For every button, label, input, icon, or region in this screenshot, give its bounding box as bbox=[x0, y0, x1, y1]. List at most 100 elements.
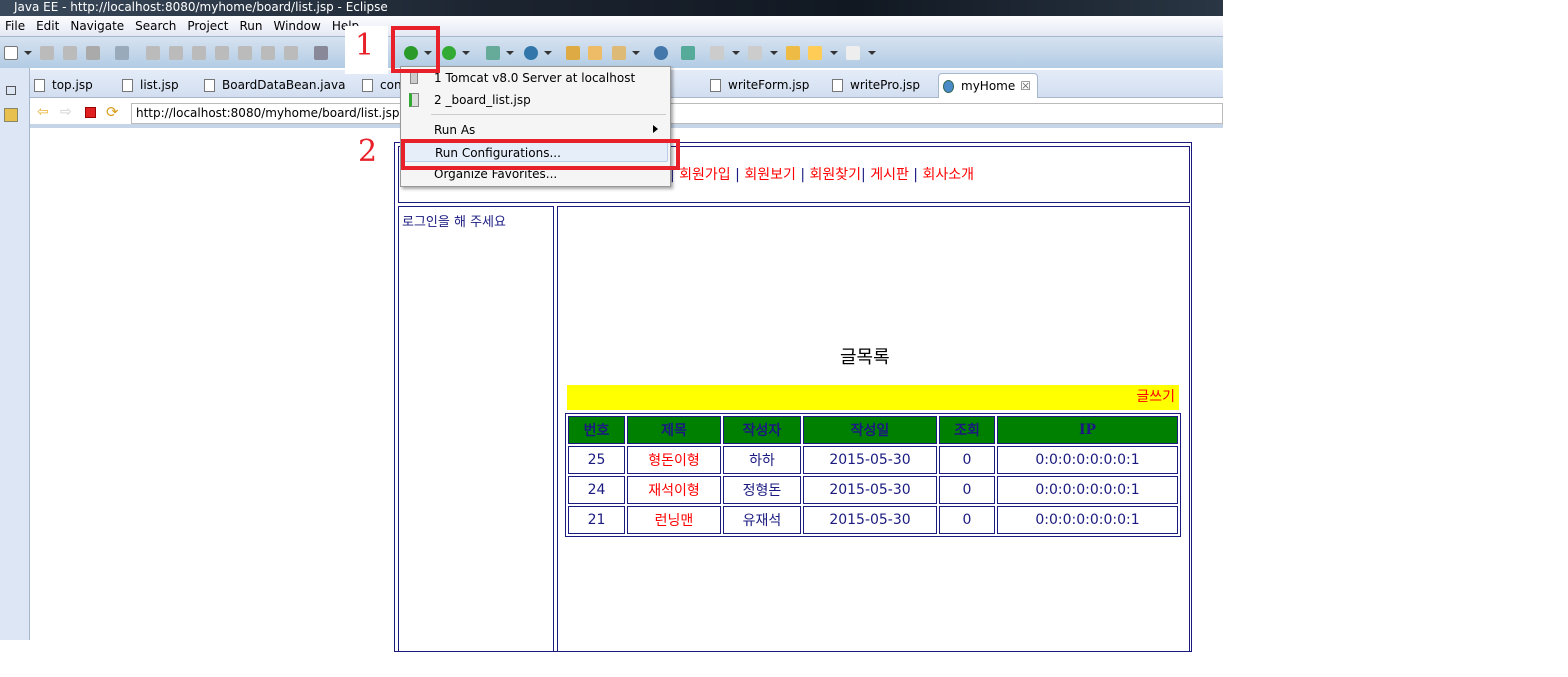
tab-boarddatabean[interactable]: BoardDataBean.java bbox=[200, 73, 345, 98]
file-icon bbox=[362, 79, 373, 92]
cell-views: 0 bbox=[939, 506, 995, 534]
nav-about[interactable]: 회사소개 bbox=[922, 167, 974, 183]
new-icon[interactable] bbox=[4, 46, 18, 60]
chevron-down-icon[interactable] bbox=[868, 51, 876, 55]
tab-label: writeForm.jsp bbox=[728, 78, 810, 92]
cell-author: 유재석 bbox=[723, 506, 801, 534]
forward-icon[interactable]: ⇨ bbox=[60, 104, 72, 120]
prev-annotation-icon[interactable] bbox=[748, 46, 762, 60]
chevron-down-icon[interactable] bbox=[544, 51, 552, 55]
nav-members[interactable]: 회원보기 bbox=[744, 167, 796, 183]
open-type-icon[interactable] bbox=[566, 46, 580, 60]
drop-to-frame-icon[interactable] bbox=[314, 46, 328, 60]
next-annotation-icon[interactable] bbox=[710, 46, 724, 60]
table-row: 21 런닝맨 유재석 2015-05-30 0 0:0:0:0:0:0:0:1 bbox=[568, 506, 1178, 534]
col-ip: IP bbox=[997, 416, 1178, 444]
chevron-down-icon[interactable] bbox=[830, 51, 838, 55]
nav-join[interactable]: 회원가입 bbox=[679, 167, 731, 183]
site-nav: | 회원가입 | 회원보기 | 회원찾기| 게시판 | 회사소개 bbox=[670, 167, 974, 183]
project-explorer-icon[interactable] bbox=[4, 108, 18, 122]
menu-run[interactable]: Run bbox=[234, 16, 268, 36]
page-title: 글목록 bbox=[840, 347, 890, 368]
step-return-icon[interactable] bbox=[284, 46, 298, 60]
menu-window[interactable]: Window bbox=[268, 16, 326, 36]
nav-find[interactable]: 회원찾기 bbox=[809, 167, 861, 183]
close-icon[interactable]: ☒ bbox=[1020, 74, 1031, 99]
globe-icon[interactable] bbox=[654, 46, 668, 60]
tab-label: top.jsp bbox=[52, 78, 93, 92]
launch-icon bbox=[409, 93, 419, 107]
tab-writepro[interactable]: writePro.jsp bbox=[828, 73, 920, 98]
cell-author: 하하 bbox=[723, 446, 801, 474]
post-title-link[interactable]: 재석이형 bbox=[627, 476, 721, 504]
tab-myhome[interactable]: myHome ☒ bbox=[938, 73, 1038, 98]
toolbar bbox=[0, 36, 1223, 68]
restore-icon[interactable] bbox=[6, 86, 16, 95]
chevron-down-icon[interactable] bbox=[462, 51, 470, 55]
step-into-icon[interactable] bbox=[238, 46, 252, 60]
menu-bar: File Edit Navigate Search Project Run Wi… bbox=[0, 16, 1223, 36]
globe-icon bbox=[943, 80, 954, 93]
chevron-down-icon[interactable] bbox=[770, 51, 778, 55]
table-row: 24 재석이형 정형돈 2015-05-30 0 0:0:0:0:0:0:0:1 bbox=[568, 476, 1178, 504]
step-over-icon[interactable] bbox=[261, 46, 275, 60]
cell-author: 정형돈 bbox=[723, 476, 801, 504]
back-icon[interactable] bbox=[808, 46, 822, 60]
cell-date: 2015-05-30 bbox=[803, 506, 937, 534]
open-folder-icon[interactable] bbox=[588, 46, 602, 60]
terminate-icon[interactable] bbox=[192, 46, 206, 60]
col-views: 조회 bbox=[939, 416, 995, 444]
post-title-link[interactable]: 런닝맨 bbox=[627, 506, 721, 534]
chevron-down-icon[interactable] bbox=[632, 51, 640, 55]
table-header-row: 번호 제목 작성자 작성일 조회 IP bbox=[568, 416, 1178, 444]
disconnect-icon[interactable] bbox=[215, 46, 229, 60]
left-trim bbox=[0, 68, 30, 640]
board-table: 번호 제목 작성자 작성일 조회 IP 25 형돈이형 하하 2015-05-3… bbox=[565, 413, 1181, 537]
nav-board[interactable]: 게시판 bbox=[870, 167, 909, 183]
col-number: 번호 bbox=[568, 416, 625, 444]
save-icon[interactable] bbox=[40, 46, 54, 60]
cell-ip: 0:0:0:0:0:0:0:1 bbox=[997, 476, 1178, 504]
menu-item-run-as[interactable]: Run As bbox=[434, 120, 475, 140]
menu-navigate[interactable]: Navigate bbox=[65, 16, 130, 36]
new-web-service-icon[interactable] bbox=[524, 46, 538, 60]
stop-icon[interactable] bbox=[85, 107, 96, 118]
suspend-icon[interactable] bbox=[169, 46, 183, 60]
chevron-down-icon[interactable] bbox=[24, 51, 32, 55]
cell-date: 2015-05-30 bbox=[803, 476, 937, 504]
menu-item-tomcat[interactable]: 1 Tomcat v8.0 Server at localhost bbox=[434, 68, 635, 88]
save-all-icon[interactable] bbox=[63, 46, 77, 60]
skip-breakpoints-icon[interactable] bbox=[115, 46, 129, 60]
search-icon[interactable] bbox=[612, 46, 626, 60]
menu-search[interactable]: Search bbox=[130, 16, 182, 36]
chevron-down-icon[interactable] bbox=[506, 51, 514, 55]
menu-project[interactable]: Project bbox=[182, 16, 234, 36]
refresh-icon[interactable]: ⟳ bbox=[106, 103, 119, 121]
chevron-down-icon[interactable] bbox=[732, 51, 740, 55]
forward-icon[interactable] bbox=[846, 46, 860, 60]
tab-writeform[interactable]: writeForm.jsp bbox=[706, 73, 809, 98]
tab-con[interactable]: con bbox=[358, 73, 402, 98]
new-server-icon[interactable] bbox=[486, 46, 500, 60]
menu-item-board-list[interactable]: 2 _board_list.jsp bbox=[434, 90, 531, 110]
login-message: 로그인을 해 주세요 bbox=[402, 215, 506, 230]
last-edit-icon[interactable] bbox=[786, 46, 800, 60]
post-title-link[interactable]: 형돈이형 bbox=[627, 446, 721, 474]
window-title: Java EE - http://localhost:8080/myhome/b… bbox=[0, 0, 1223, 16]
cell-date: 2015-05-30 bbox=[803, 446, 937, 474]
web-browser-icon[interactable] bbox=[681, 46, 695, 60]
write-link[interactable]: 글쓰기 bbox=[1136, 389, 1175, 405]
file-icon bbox=[34, 79, 45, 92]
tab-list-jsp[interactable]: list.jsp bbox=[118, 73, 179, 98]
tab-label: writePro.jsp bbox=[850, 78, 921, 92]
url-input[interactable]: http://localhost:8080/myhome/board/list.… bbox=[131, 103, 1223, 124]
resume-icon[interactable] bbox=[146, 46, 160, 60]
menu-separator bbox=[431, 114, 666, 115]
run-server-icon[interactable] bbox=[442, 46, 456, 60]
tab-top-jsp[interactable]: top.jsp bbox=[30, 73, 93, 98]
cell-ip: 0:0:0:0:0:0:0:1 bbox=[997, 506, 1178, 534]
menu-file[interactable]: File bbox=[0, 16, 31, 36]
print-icon[interactable] bbox=[86, 46, 100, 60]
back-icon[interactable]: ⇦ bbox=[37, 104, 49, 120]
menu-edit[interactable]: Edit bbox=[31, 16, 65, 36]
